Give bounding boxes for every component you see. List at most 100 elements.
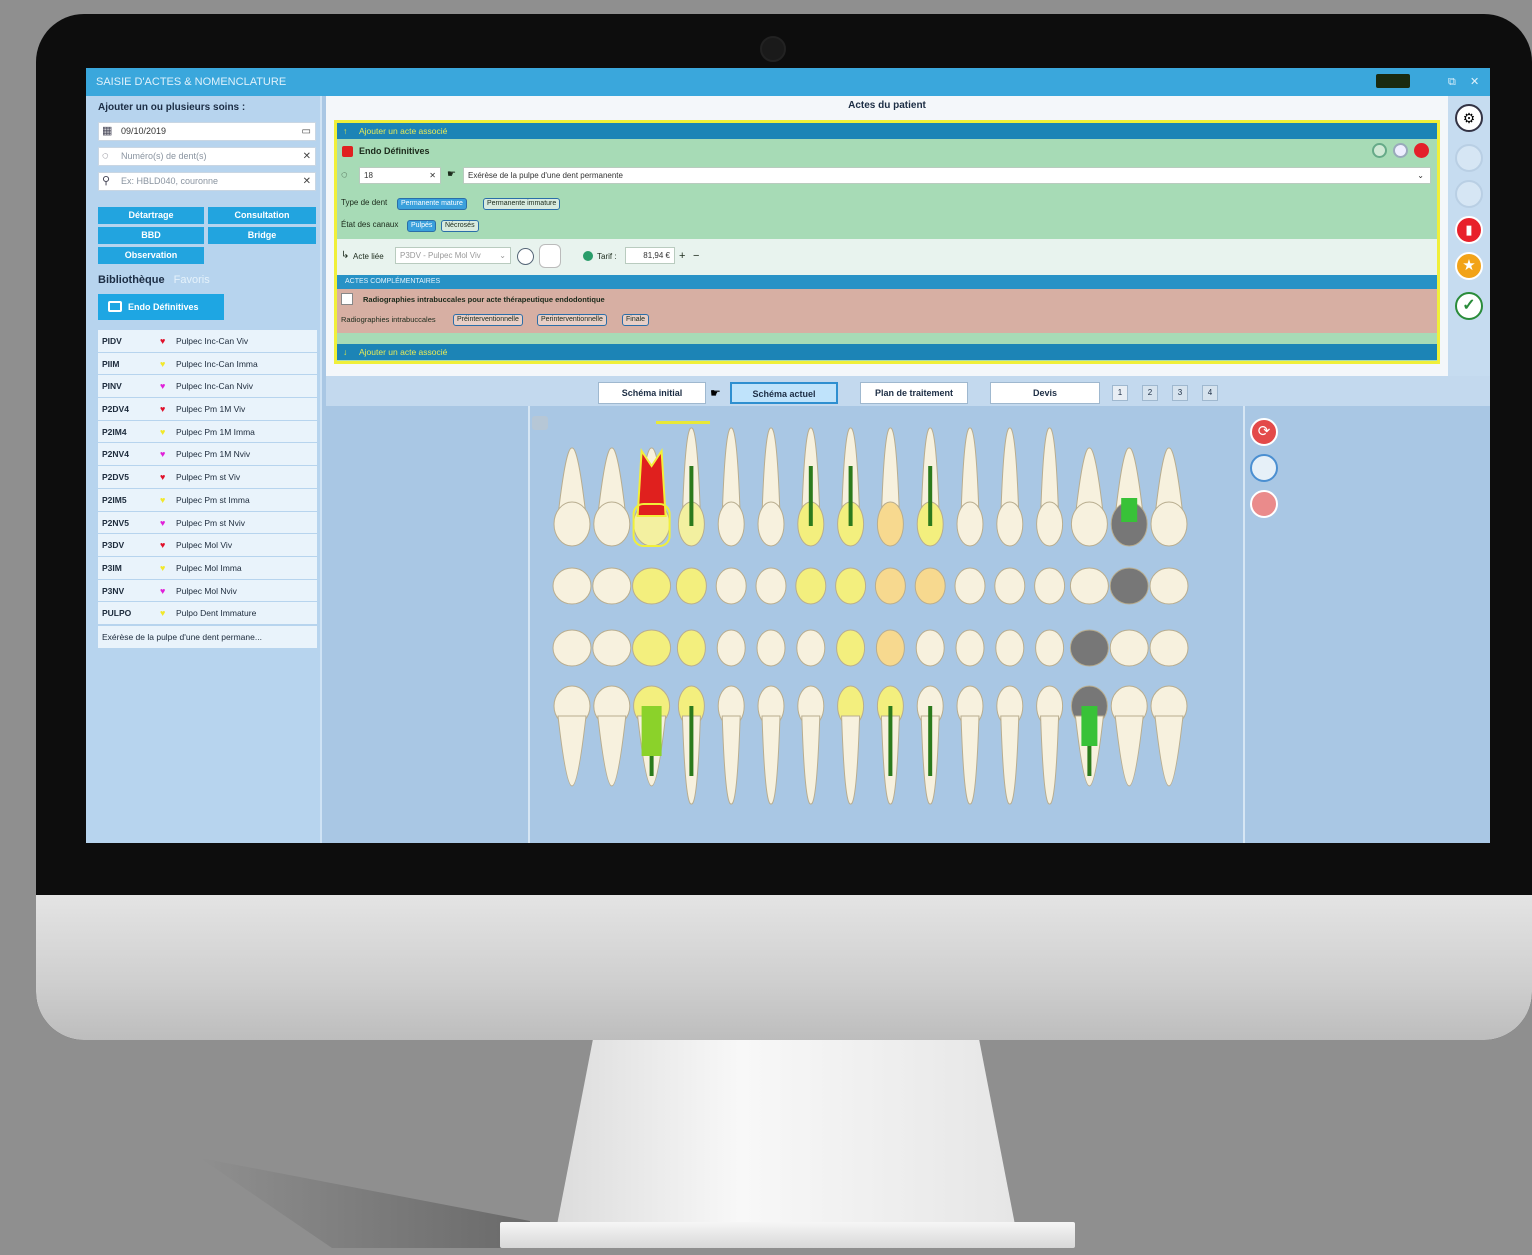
stand-shadow xyxy=(200,1158,530,1248)
lower-occlusal xyxy=(592,629,632,667)
chip-finale[interactable]: Finale xyxy=(622,314,650,326)
library-item[interactable]: P2IM5 ♥ Pulpec Pm st Imma xyxy=(98,488,317,512)
lower-tooth-root xyxy=(557,715,587,787)
delete-act-icon[interactable] xyxy=(1414,143,1429,158)
library-item[interactable]: PULPO ♥ Pulpo Dent Immature xyxy=(98,602,317,625)
chip-pulpes[interactable]: Pulpés xyxy=(407,220,437,232)
lower-occlusal xyxy=(836,629,866,667)
tooth-icon[interactable] xyxy=(1250,454,1278,482)
settings-icon[interactable]: ⚙ xyxy=(1455,104,1483,132)
green-filling xyxy=(1081,706,1098,746)
library-item-code: P3DV xyxy=(102,540,125,551)
chip-permanent-mature[interactable]: Permanente mature xyxy=(397,198,467,210)
complementary-checkbox[interactable] xyxy=(341,293,353,305)
act-description-select[interactable]: Exérèse de la pulpe d'une dent permanent… xyxy=(463,167,1431,184)
tooth-chart-svg[interactable] xyxy=(530,406,1247,843)
tooth-marker-icon: ♥ xyxy=(160,562,166,573)
clear-icon[interactable]: ✕ xyxy=(303,173,311,190)
tab-library[interactable]: Bibliothèque xyxy=(98,274,165,286)
page-button-4[interactable]: 4 xyxy=(1202,385,1218,401)
3d-view-icon[interactable] xyxy=(532,416,548,430)
act-name: Endo Définitives xyxy=(359,146,430,156)
add-associated-label: Ajouter un acte associé xyxy=(359,126,448,136)
add-associated-bottom[interactable]: ↓ Ajouter un acte associé xyxy=(337,344,1437,360)
tooth-marker-icon: ♥ xyxy=(160,336,166,346)
lower-occlusal xyxy=(875,629,905,667)
minus-icon[interactable]: − xyxy=(693,250,699,262)
tooth-add-icon[interactable] xyxy=(539,244,561,268)
page-button-3[interactable]: 3 xyxy=(1172,385,1188,401)
lower-occlusal xyxy=(1109,629,1149,667)
date-field[interactable]: ▦ 09/10/2019 ▭ xyxy=(98,122,316,141)
close-icon[interactable]: ✕ xyxy=(1470,68,1479,96)
tarif-input[interactable]: 81,94 € xyxy=(625,247,675,264)
library-item[interactable]: P2DV5 ♥ Pulpec Pm st Viv xyxy=(98,466,317,489)
library-item[interactable]: P2DV4 ♥ Pulpec Pm 1M Viv xyxy=(98,398,317,421)
linked-act-select[interactable]: P3DV - Pulpec Mol Viv ⌄ xyxy=(395,247,511,264)
quick-button-detartrage[interactable]: Détartrage xyxy=(98,207,204,224)
selection-indicator xyxy=(656,421,710,424)
left-panel: Ajouter un ou plusieurs soins : ▦ 09/10/… xyxy=(86,96,322,843)
library-item[interactable]: PINV ♥ Pulpec Inc-Can Nviv xyxy=(98,375,317,399)
chip-necroses[interactable]: Nécrosés xyxy=(441,220,479,232)
date-picker-icon[interactable]: ▭ xyxy=(302,123,311,140)
trash-icon[interactable]: ▮ xyxy=(1455,216,1483,244)
library-item[interactable]: PIIM ♥ Pulpec Inc-Can Imma xyxy=(98,352,317,376)
quick-button-bbd[interactable]: BBD xyxy=(98,227,204,244)
lower-tooth-root xyxy=(721,715,741,805)
lower-tooth-root xyxy=(1154,715,1184,787)
library-item[interactable]: P3DV ♥ Pulpec Mol Viv xyxy=(98,534,317,557)
chip-permanent-immature[interactable]: Permanente immature xyxy=(483,198,561,210)
dental-chart-area: Schéma initial ☛ Schéma actuel Plan de t… xyxy=(326,376,1490,843)
quick-button-observation[interactable]: Observation xyxy=(98,247,204,264)
library-item[interactable]: P2NV5 ♥ Pulpec Pm st Nviv xyxy=(98,511,317,535)
upper-tooth-crown xyxy=(1150,501,1188,547)
page-button-2[interactable]: 2 xyxy=(1142,385,1158,401)
folder-icon xyxy=(108,301,122,312)
library-item[interactable]: PIDV ♥ Pulpec Inc-Can Viv xyxy=(98,330,317,353)
pointing-hand-icon: ☛ xyxy=(710,386,721,400)
monitor-chin xyxy=(36,895,1532,1040)
library-item[interactable]: P2NV4 ♥ Pulpec Pm 1M Nviv xyxy=(98,443,317,467)
refresh-icon[interactable]: ⟳ xyxy=(1250,418,1278,446)
root-canal-post xyxy=(689,706,694,776)
canal-state-label: État des canaux xyxy=(341,220,399,229)
tab-favorites[interactable]: Favoris xyxy=(174,274,210,286)
upper-occlusal xyxy=(1109,567,1149,605)
tab-quote[interactable]: Devis xyxy=(990,382,1100,404)
refresh-act-icon[interactable] xyxy=(1372,143,1387,158)
star-icon[interactable]: ★ xyxy=(1455,252,1483,280)
check-icon[interactable]: ✓ xyxy=(1455,292,1483,320)
edit-icon[interactable] xyxy=(517,248,534,265)
restore-icon[interactable]: ⧉ xyxy=(1448,68,1456,96)
lower-occlusal xyxy=(1149,629,1189,667)
library-category-button[interactable]: Endo Définitives xyxy=(98,294,224,320)
ear-icon[interactable] xyxy=(1250,490,1278,518)
add-associated-top[interactable]: ↑ Ajouter un acte associé xyxy=(337,123,1437,139)
teeth-number-field[interactable]: ◌ Numéro(s) de dent(s) ✕ xyxy=(98,147,316,166)
chip-perinterventionnelle[interactable]: Perinterventionnelle xyxy=(537,314,607,326)
page-button-1[interactable]: 1 xyxy=(1112,385,1128,401)
code-placeholder: Ex: HBLD040, couronne xyxy=(121,176,219,186)
tab-current-schema[interactable]: Schéma actuel xyxy=(730,382,838,404)
tab-treatment-plan[interactable]: Plan de traitement xyxy=(860,382,968,404)
library-item[interactable]: P3NV ♥ Pulpec Mol Nviv xyxy=(98,579,317,603)
tooth-number-input[interactable]: 18 ✕ xyxy=(359,167,441,184)
chip-preinterventionnelle[interactable]: Préinterventionnelle xyxy=(453,314,523,326)
clear-icon[interactable]: ✕ xyxy=(429,168,436,183)
upper-tooth-crown xyxy=(1036,501,1064,547)
quick-button-bridge[interactable]: Bridge xyxy=(208,227,316,244)
quick-button-consultation[interactable]: Consultation xyxy=(208,207,316,224)
info-icon[interactable] xyxy=(1393,143,1408,158)
library-item[interactable]: P3IM ♥ Pulpec Mol Imma xyxy=(98,556,317,580)
act-code-search[interactable]: ⚲ Ex: HBLD040, couronne ✕ xyxy=(98,172,316,191)
library-item-label: Pulpec Mol Imma xyxy=(176,562,242,573)
tab-initial-schema[interactable]: Schéma initial xyxy=(598,382,706,404)
plus-icon[interactable]: + xyxy=(679,250,685,262)
clear-icon[interactable]: ✕ xyxy=(303,148,311,165)
library-footer-item[interactable]: Exérèse de la pulpe d'une dent permane..… xyxy=(98,626,317,648)
tooth-marker-icon: ♥ xyxy=(160,472,166,483)
library-item[interactable]: P2IM4 ♥ Pulpec Pm 1M Imma xyxy=(98,420,317,444)
lower-tooth-root xyxy=(1040,715,1060,805)
library-item-label: Pulpec Inc-Can Imma xyxy=(176,358,258,369)
